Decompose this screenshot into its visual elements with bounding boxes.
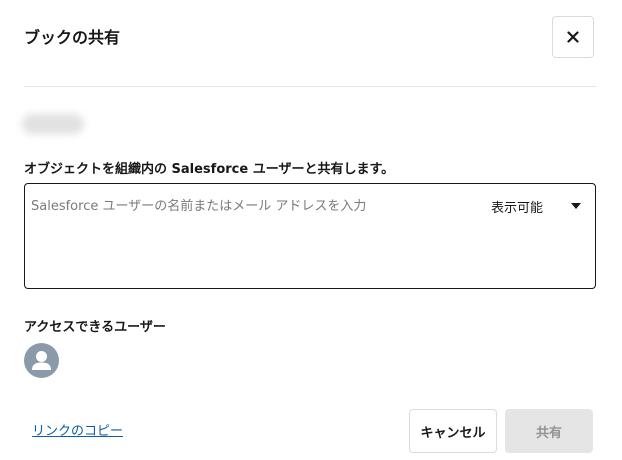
share-button[interactable]: 共有 <box>505 409 593 453</box>
cancel-button[interactable]: キャンセル <box>409 409 497 453</box>
close-icon <box>567 31 579 43</box>
caret-down-icon <box>571 203 581 209</box>
copy-link[interactable]: リンクのコピー <box>32 423 123 441</box>
permission-selected-value: 表示可能 <box>491 200 544 216</box>
share-book-dialog: ブックの共有 オブジェクトを組織内の Salesforce ユーザーと共有します… <box>0 0 622 460</box>
dialog-title: ブックの共有 <box>24 28 121 47</box>
close-button[interactable] <box>552 16 594 58</box>
permission-dropdown[interactable]: 表示可能 <box>491 194 591 218</box>
share-recipient-box[interactable]: 表示可能 <box>24 183 596 289</box>
user-icon <box>32 351 51 370</box>
user-avatar <box>24 343 59 378</box>
header-divider <box>24 86 596 87</box>
access-users-label: アクセスできるユーザー <box>24 320 166 335</box>
share-instruction-label: オブジェクトを組織内の Salesforce ユーザーと共有します。 <box>24 162 395 177</box>
redacted-record-name <box>22 114 84 134</box>
user-search-input[interactable] <box>31 194 471 218</box>
